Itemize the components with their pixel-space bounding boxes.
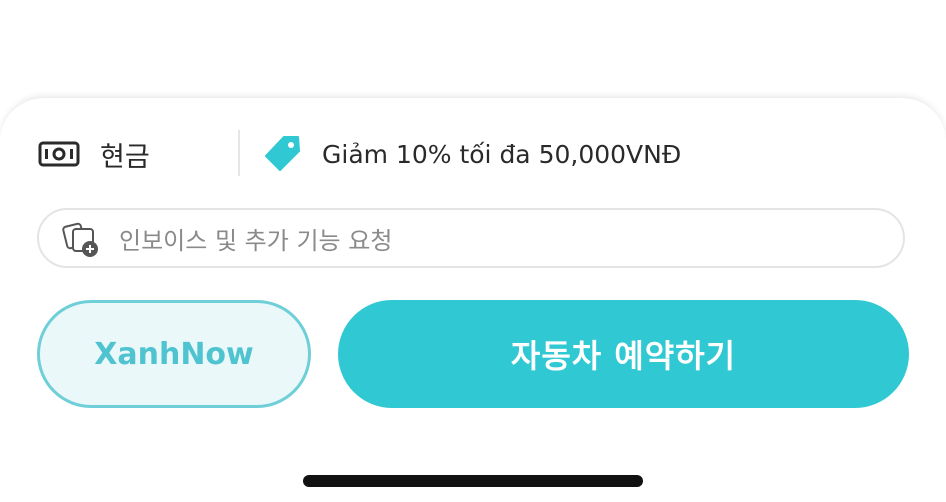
add-photo-icon (61, 218, 101, 258)
payment-divider (238, 130, 240, 176)
book-car-button[interactable]: 자동차 예약하기 (338, 300, 909, 408)
payment-method-selector[interactable]: 현금 (38, 128, 228, 180)
promo-label: Giảm 10% tối đa 50,000VNĐ (322, 139, 682, 169)
payment-row: 현금 Giảm 10% tối đa 50,000VNĐ (0, 128, 946, 180)
invoice-request-field[interactable]: 인보이스 및 추가 기능 요청 (37, 208, 905, 268)
cash-icon (38, 141, 80, 167)
promo-selector[interactable]: Giảm 10% tối đa 50,000VNĐ (262, 128, 681, 180)
home-indicator[interactable] (303, 475, 643, 487)
xanhnow-button-label: XanhNow (94, 336, 254, 372)
tag-icon (262, 134, 302, 174)
book-car-button-label: 자동차 예약하기 (510, 337, 737, 375)
invoice-request-placeholder: 인보이스 및 추가 기능 요청 (119, 226, 393, 255)
xanhnow-button[interactable]: XanhNow (37, 300, 311, 408)
booking-screen: 현금 Giảm 10% tối đa 50,000VNĐ 인보이스 및 추가 기… (0, 0, 946, 502)
payment-method-label: 현금 (100, 141, 150, 173)
